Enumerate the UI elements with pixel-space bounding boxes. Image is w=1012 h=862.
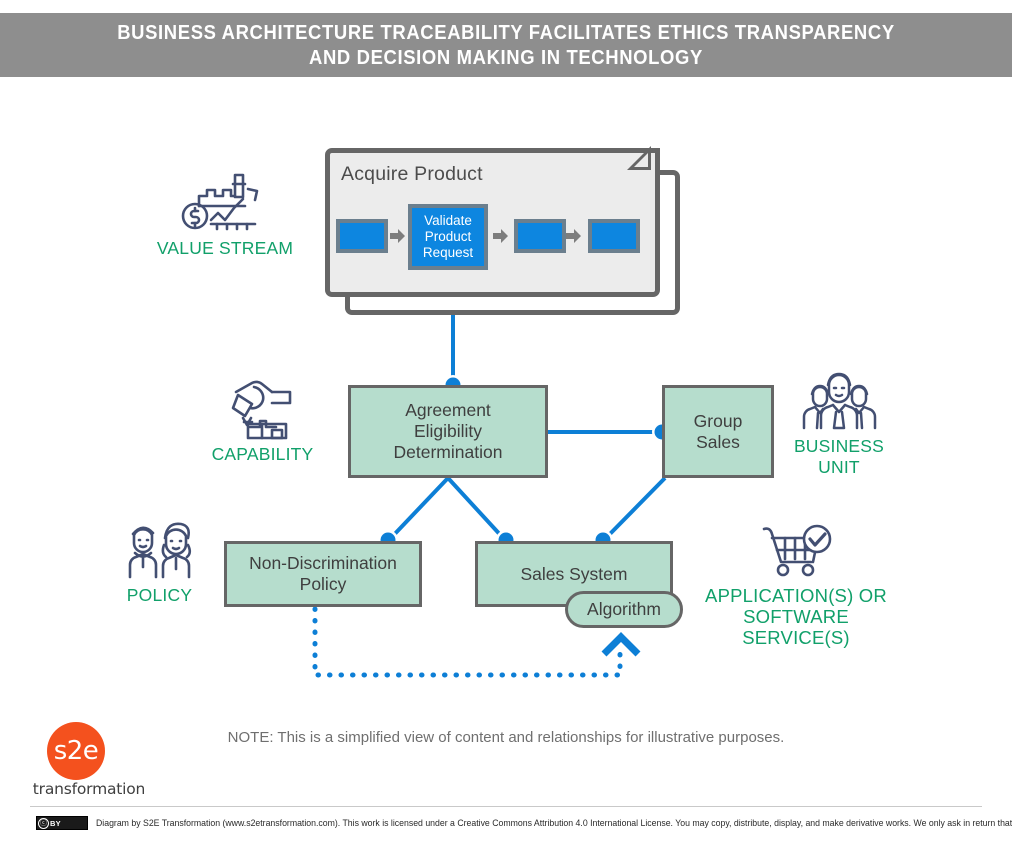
node-algorithm[interactable]: Algorithm (565, 591, 683, 628)
footer-divider (30, 806, 982, 807)
legend-policy-label: POLICY (126, 585, 193, 605)
value-stream-icon-wrap (130, 172, 320, 234)
stage-arrow-icon (390, 229, 405, 243)
cc-circle-icon: ⓒ (38, 817, 49, 829)
note-text: NOTE: This is a simplified view of conte… (227, 729, 785, 746)
application-icon-wrap (690, 523, 902, 581)
node-non-discrimination-policy[interactable]: Non-Discrimination Policy (224, 541, 422, 607)
node-agreement-eligibility-determination[interactable]: Agreement Eligibility Determination (348, 385, 548, 478)
shopping-cart-check-icon (762, 524, 832, 577)
s2e-logo-mark: s2e (47, 722, 105, 780)
page-fold-inner-icon (634, 153, 648, 167)
value-stream-stage-3[interactable] (514, 219, 566, 253)
two-people-icon (128, 522, 191, 579)
s2e-logo-wordmark: transformation (32, 780, 146, 798)
value-stream-stage-1[interactable] (336, 219, 388, 253)
legend-application-label: APPLICATION(S) OR SOFTWARE SERVICE(S) (705, 585, 887, 648)
stage-arrow-icon (493, 229, 508, 243)
creative-commons-badge-icon: ⓒ BY (36, 816, 88, 830)
license-text: Diagram by S2E Transformation (www.s2etr… (96, 817, 1012, 828)
node-group-sales[interactable]: Group Sales (662, 385, 774, 478)
value-stream-stage-4[interactable] (588, 219, 640, 253)
cc-by-label: BY (50, 818, 61, 828)
s2e-logo-text: s2e (53, 736, 99, 766)
legend-business-unit-label: BUSINESS UNIT (793, 436, 885, 477)
stage-arrow-icon (566, 229, 581, 243)
value-stream-stage-2[interactable]: Validate Product Request (408, 204, 488, 270)
legend-capability-label: CAPABILITY (211, 444, 314, 464)
value-stream-card-title: Acquire Product (341, 163, 483, 185)
factory-growth-icon (181, 173, 259, 231)
capability-icon-wrap (185, 378, 340, 440)
legend-value-stream: VALUE STREAM (130, 172, 320, 259)
hand-building-block-icon (231, 380, 291, 440)
legend-capability: CAPABILITY (185, 378, 340, 465)
legend-value-stream-label: VALUE STREAM (156, 238, 294, 258)
legend-policy: POLICY (101, 519, 218, 606)
team-group-icon (802, 372, 877, 430)
policy-icon-wrap (101, 519, 218, 581)
value-stream-stage-2-label: Validate Product Request (422, 213, 474, 260)
legend-application: APPLICATION(S) OR SOFTWARE SERVICE(S) (690, 523, 902, 648)
business-unit-icon-wrap (774, 372, 904, 432)
legend-business-unit: BUSINESS UNIT (774, 372, 904, 478)
